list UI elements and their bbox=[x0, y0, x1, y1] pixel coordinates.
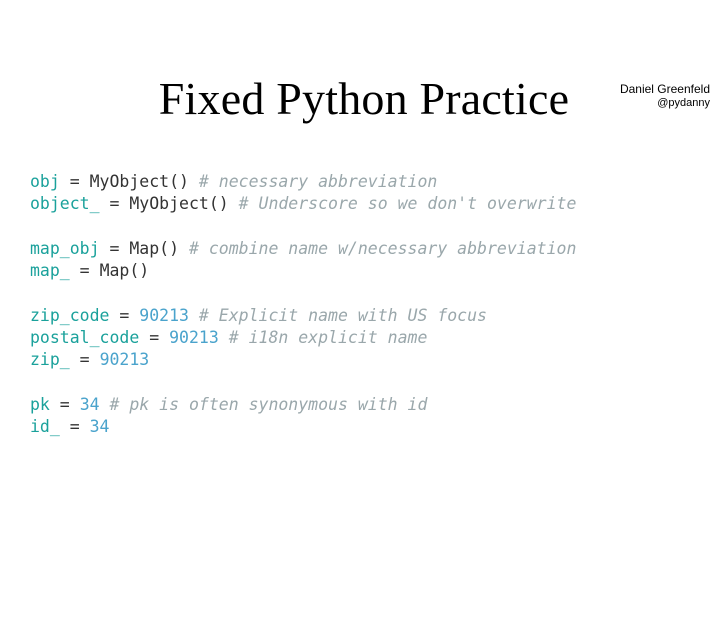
call-token: MyObject() bbox=[129, 194, 238, 213]
byline: Daniel Greenfeld @pydanny bbox=[620, 82, 710, 111]
code-line: pk = 34 # pk is often synonymous with id bbox=[30, 395, 427, 414]
code-line: obj = MyObject() # necessary abbreviatio… bbox=[30, 172, 437, 191]
code-line: object_ = MyObject() # Underscore so we … bbox=[30, 194, 576, 213]
comment-token: # pk is often synonymous with id bbox=[110, 395, 428, 414]
space-token bbox=[189, 306, 199, 325]
comment-token: # Underscore so we don't overwrite bbox=[239, 194, 577, 213]
var-token: object_ bbox=[30, 194, 100, 213]
call-token: Map() bbox=[129, 239, 189, 258]
author-name: Daniel Greenfeld bbox=[620, 82, 710, 97]
op-token: = bbox=[100, 239, 130, 258]
num-token: 90213 bbox=[169, 328, 219, 347]
call-token: Map() bbox=[100, 261, 150, 280]
space-token bbox=[100, 395, 110, 414]
code-line: postal_code = 90213 # i18n explicit name bbox=[30, 328, 427, 347]
op-token: = bbox=[100, 194, 130, 213]
slide-title: Fixed Python Practice bbox=[0, 72, 728, 125]
slide: Daniel Greenfeld @pydanny Fixed Python P… bbox=[0, 72, 728, 618]
var-token: map_obj bbox=[30, 239, 100, 258]
num-token: 34 bbox=[80, 395, 100, 414]
op-token: = bbox=[60, 172, 90, 191]
call-token: MyObject() bbox=[90, 172, 199, 191]
op-token: = bbox=[50, 395, 80, 414]
var-token: zip_code bbox=[30, 306, 109, 325]
code-line: map_obj = Map() # combine name w/necessa… bbox=[30, 239, 576, 258]
num-token: 34 bbox=[90, 417, 110, 436]
author-handle: @pydanny bbox=[620, 97, 710, 111]
num-token: 90213 bbox=[139, 306, 189, 325]
code-line: map_ = Map() bbox=[30, 261, 149, 280]
op-token: = bbox=[109, 306, 139, 325]
code-block: obj = MyObject() # necessary abbreviatio… bbox=[0, 125, 728, 438]
code-line: zip_ = 90213 bbox=[30, 350, 149, 369]
space-token bbox=[219, 328, 229, 347]
op-token: = bbox=[60, 417, 90, 436]
comment-token: # i18n explicit name bbox=[229, 328, 428, 347]
var-token: obj bbox=[30, 172, 60, 191]
op-token: = bbox=[70, 350, 100, 369]
comment-token: # Explicit name with US focus bbox=[199, 306, 487, 325]
comment-token: # combine name w/necessary abbreviation bbox=[189, 239, 576, 258]
comment-token: # necessary abbreviation bbox=[199, 172, 437, 191]
var-token: pk bbox=[30, 395, 50, 414]
op-token: = bbox=[139, 328, 169, 347]
op-token: = bbox=[70, 261, 100, 280]
var-token: map_ bbox=[30, 261, 70, 280]
code-line: id_ = 34 bbox=[30, 417, 110, 436]
var-token: id_ bbox=[30, 417, 60, 436]
var-token: postal_code bbox=[30, 328, 139, 347]
var-token: zip_ bbox=[30, 350, 70, 369]
code-line: zip_code = 90213 # Explicit name with US… bbox=[30, 306, 487, 325]
num-token: 90213 bbox=[100, 350, 150, 369]
